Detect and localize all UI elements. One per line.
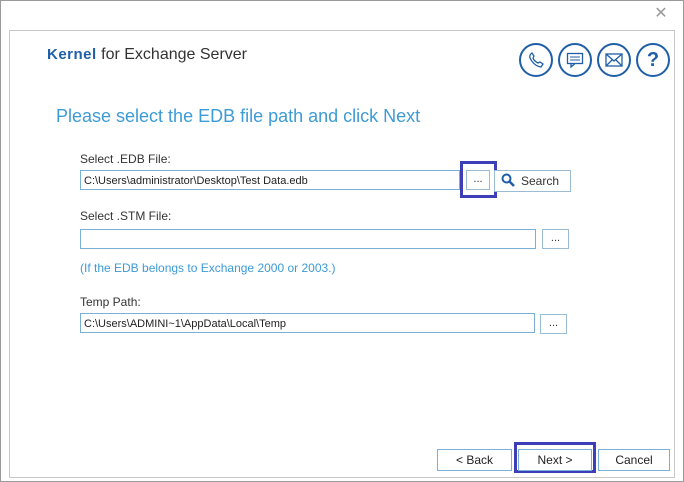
page-title: Please select the EDB file path and clic… [56, 106, 421, 126]
stm-file-input[interactable] [80, 229, 536, 249]
product-logo: Kernel for Exchange Server [47, 46, 247, 64]
close-button[interactable]: ✕ [647, 4, 675, 24]
help-button[interactable]: ? [636, 43, 670, 77]
search-label: Search [521, 174, 560, 188]
title-bar: ✕ [1, 1, 683, 29]
edb-file-label: Select .EDB File: [80, 152, 171, 166]
help-icon: ? [646, 49, 660, 71]
brand-name: Kernel [47, 46, 97, 63]
cancel-button[interactable]: Cancel [598, 449, 670, 471]
temp-path-label: Temp Path: [80, 295, 141, 309]
search-button[interactable]: Search [494, 170, 571, 192]
wizard-panel: Kernel for Exchange Server ? Please sele… [9, 30, 675, 478]
product-name: for Exchange Server [101, 46, 247, 63]
search-icon [501, 173, 515, 190]
phone-icon [528, 52, 544, 68]
edb-file-input[interactable]: C:\Users\administrator\Desktop\Test Data… [80, 170, 460, 190]
back-button[interactable]: < Back [437, 449, 512, 471]
temp-browse-button[interactable]: ... [540, 314, 567, 334]
chat-icon [566, 52, 584, 68]
stm-file-label: Select .STM File: [80, 209, 172, 223]
mail-icon [605, 53, 623, 67]
mail-button[interactable] [597, 43, 631, 77]
phone-button[interactable] [519, 43, 553, 77]
stm-note: (If the EDB belongs to Exchange 2000 or … [80, 261, 336, 275]
stm-browse-button[interactable]: ... [542, 229, 569, 249]
temp-path-input[interactable]: C:\Users\ADMINI~1\AppData\Local\Temp [80, 313, 535, 333]
wizard-window: ✕ Kernel for Exchange Server ? Please se… [0, 0, 684, 482]
chat-button[interactable] [558, 43, 592, 77]
edb-browse-button[interactable]: ... [466, 170, 490, 190]
next-button[interactable]: Next > [518, 449, 592, 471]
